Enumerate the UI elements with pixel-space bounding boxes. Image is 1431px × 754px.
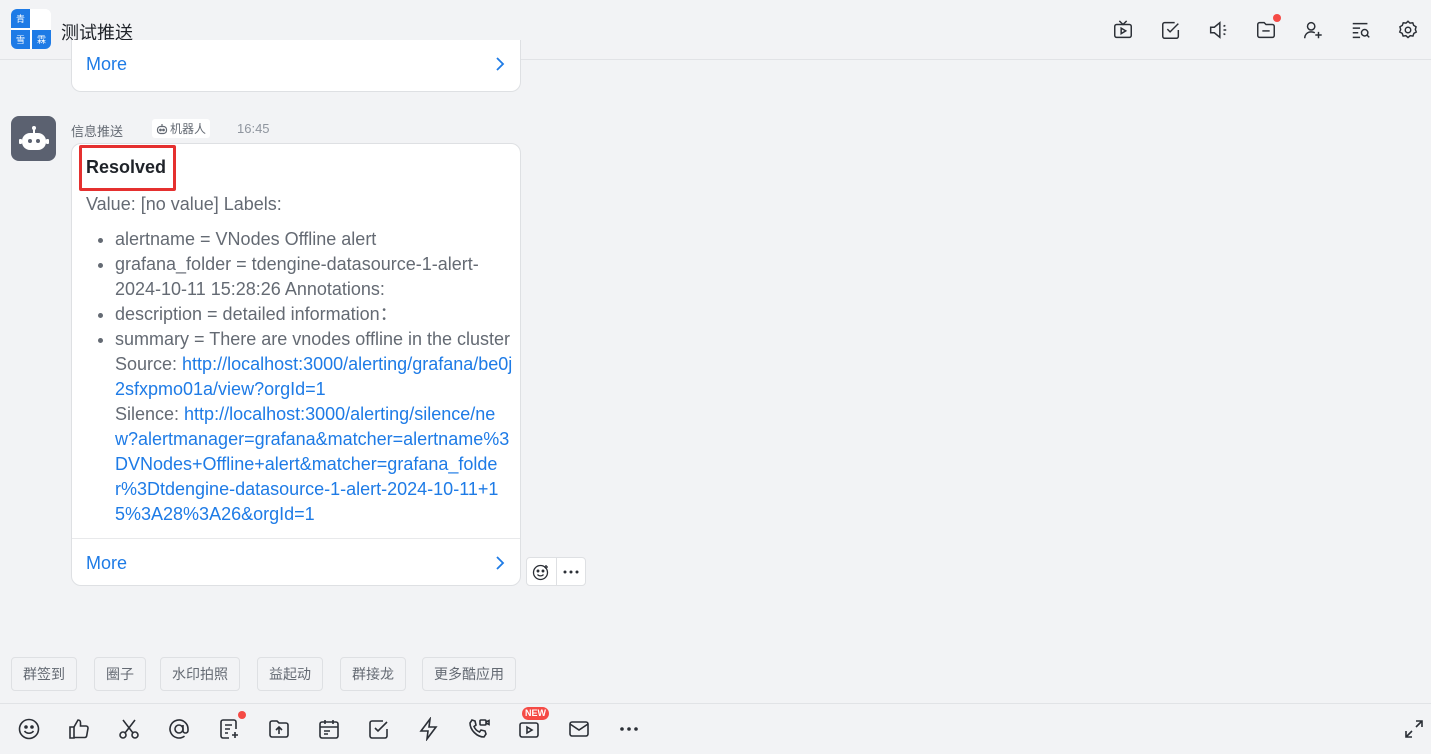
app-chip-more-apps[interactable]: 更多酷应用 [422, 657, 516, 691]
more-row[interactable]: More [72, 42, 520, 86]
robot-small-icon [156, 123, 168, 134]
silence-label: Silence: [115, 404, 185, 424]
previous-message-card: More [71, 40, 521, 92]
chevron-right-icon [496, 57, 505, 71]
chevron-right-icon [496, 556, 505, 570]
mention-icon[interactable] [166, 716, 192, 742]
task-check-icon[interactable] [366, 716, 392, 742]
search-history-icon[interactable] [1349, 18, 1373, 42]
alert-body: Value: [no value] Labels: alertname = VN… [86, 192, 516, 527]
expand-icon[interactable] [1401, 716, 1427, 742]
thumbs-up-icon[interactable] [66, 716, 92, 742]
announcement-icon[interactable] [1206, 18, 1230, 42]
bot-avatar[interactable] [11, 116, 56, 161]
alert-intro: Value: [no value] Labels: [86, 194, 282, 214]
emoji-icon[interactable] [16, 716, 42, 742]
sender-name[interactable]: 信息推送 [71, 121, 123, 140]
notification-dot [238, 711, 246, 719]
more-link[interactable]: More [86, 54, 127, 75]
task-check-icon[interactable] [1159, 18, 1183, 42]
app-chip-relay[interactable]: 群接龙 [340, 657, 406, 691]
logo-cell: 雪 [11, 30, 30, 49]
app-chip-watermark-photo[interactable]: 水印拍照 [160, 657, 240, 691]
bot-tag-label: 机器人 [170, 122, 207, 136]
more-row[interactable]: More [72, 539, 520, 587]
app-chip-circle[interactable]: 圈子 [94, 657, 146, 691]
more-link[interactable]: More [86, 553, 127, 574]
logo-cell: 霖 [32, 30, 51, 49]
add-reaction-icon[interactable] [527, 558, 556, 585]
list-item: summary = There are vnodes offline in th… [115, 327, 516, 527]
new-badge: NEW [522, 707, 549, 720]
alert-message-card: Resolved Value: [no value] Labels: alert… [71, 143, 521, 586]
list-item: description = detailed information： [115, 302, 516, 327]
group-avatar[interactable]: 青 雪 霖 [11, 9, 51, 49]
tv-icon[interactable] [1111, 18, 1135, 42]
lightning-icon[interactable] [416, 716, 442, 742]
app-chip-checkin[interactable]: 群签到 [11, 657, 77, 691]
calendar-icon[interactable] [316, 716, 342, 742]
doc-add-icon[interactable] [216, 716, 242, 742]
bot-tag: 机器人 [152, 119, 211, 138]
list-item: alertname = VNodes Offline alert [115, 227, 516, 252]
upload-file-icon[interactable] [266, 716, 292, 742]
more-icon[interactable] [616, 716, 642, 742]
more-actions-icon[interactable] [555, 558, 585, 585]
settings-icon[interactable] [1396, 18, 1420, 42]
toolbar-divider [0, 703, 1431, 704]
logo-cell: 青 [11, 9, 30, 28]
notification-dot [1273, 14, 1281, 22]
message-time: 16:45 [237, 121, 270, 136]
mail-icon[interactable] [566, 716, 592, 742]
label-list: alertname = VNodes Offline alert grafana… [86, 227, 516, 527]
add-member-icon[interactable] [1301, 18, 1325, 42]
robot-icon [18, 125, 49, 150]
alert-status-title: Resolved [86, 157, 167, 177]
app-chip-charity[interactable]: 益起动 [257, 657, 323, 691]
list-item: grafana_folder = tdengine-datasource-1-a… [115, 252, 516, 302]
scissors-icon[interactable] [116, 716, 142, 742]
message-actions [526, 557, 586, 586]
logo-cell [32, 9, 51, 28]
video-call-icon[interactable] [466, 716, 492, 742]
